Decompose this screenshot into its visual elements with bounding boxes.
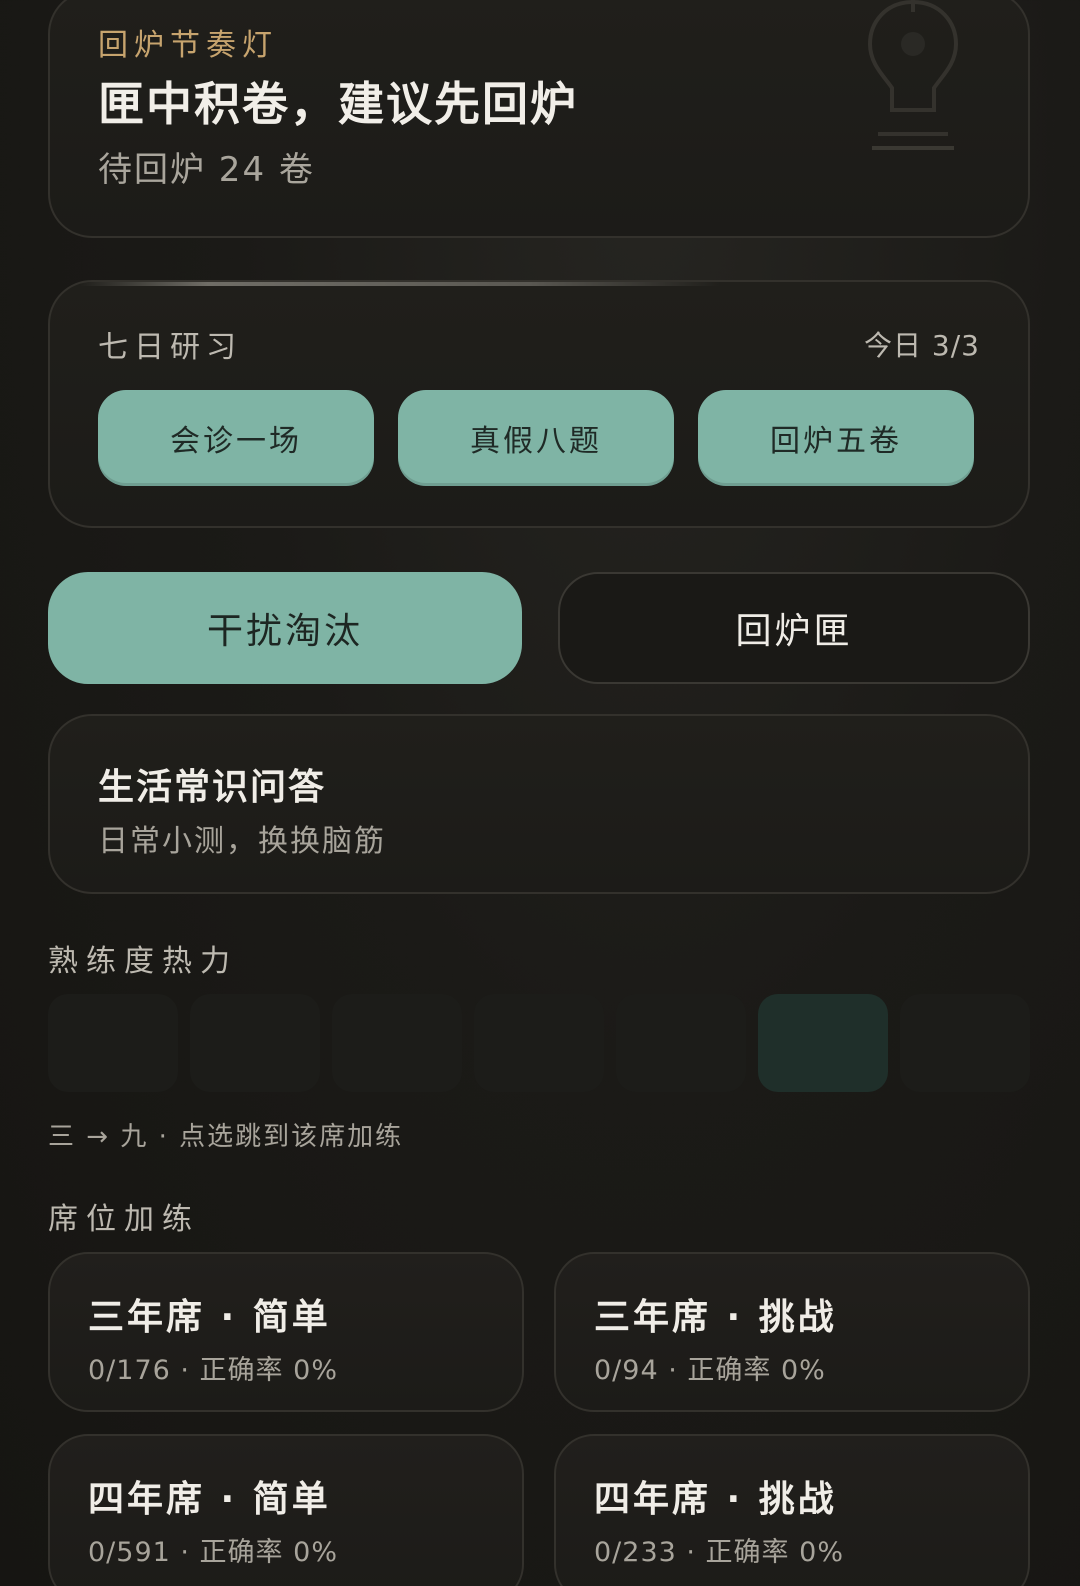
seat-title: 四年席 · 挑战 [594, 1479, 837, 1520]
seat-stats: 0/233 · 正确率 0% [594, 1537, 844, 1568]
heat-cell[interactable] [190, 994, 320, 1092]
seat-title: 三年席 · 简单 [88, 1297, 331, 1338]
seat-card[interactable]: 三年席 · 挑战 0/94 · 正确率 0% [554, 1252, 1030, 1412]
seven-day-label: 七日研习 [98, 330, 242, 365]
rhythm-card-subtitle: 待回炉 24 卷 [98, 150, 315, 190]
today-progress: 今日 3/3 [864, 329, 980, 362]
task-review-button[interactable]: 回炉五卷 [698, 390, 974, 486]
seat-stats: 0/591 · 正确率 0% [88, 1537, 338, 1568]
seat-title: 三年席 · 挑战 [594, 1297, 837, 1338]
seat-section-title: 席位加练 [48, 1202, 200, 1237]
review-box-button[interactable]: 回炉匣 [558, 572, 1030, 684]
seven-day-study-card: 七日研习 今日 3/3 会诊一场 真假八题 回炉五卷 [48, 280, 1030, 528]
seat-card[interactable]: 四年席 · 挑战 0/233 · 正确率 0% [554, 1434, 1030, 1586]
heat-cell[interactable] [474, 994, 604, 1092]
heat-cell[interactable] [616, 994, 746, 1092]
heat-section-title: 熟练度热力 [48, 944, 238, 979]
quiz-subtitle: 日常小测，换换脑筋 [98, 824, 386, 859]
rhythm-lamp-card[interactable]: 回炉节奏灯 匣中积卷，建议先回炉 待回炉 24 卷 [48, 0, 1030, 238]
seat-card[interactable]: 四年席 · 简单 0/591 · 正确率 0% [48, 1434, 524, 1586]
rhythm-card-title: 匣中积卷，建议先回炉 [98, 77, 578, 131]
seat-stats: 0/94 · 正确率 0% [594, 1355, 826, 1386]
task-true-false-button[interactable]: 真假八题 [398, 390, 674, 486]
heat-cell[interactable] [48, 994, 178, 1092]
eliminate-distractors-button[interactable]: 干扰淘汰 [48, 572, 522, 684]
heat-map [48, 994, 1030, 1092]
task-consult-button[interactable]: 会诊一场 [98, 390, 374, 486]
heat-hint: 三 → 九 · 点选跳到该席加练 [48, 1122, 404, 1152]
progress-glow [80, 282, 720, 286]
seat-title: 四年席 · 简单 [88, 1479, 331, 1520]
heat-cell[interactable] [332, 994, 462, 1092]
rhythm-card-eyebrow: 回炉节奏灯 [98, 28, 278, 63]
heat-cell[interactable] [758, 994, 888, 1092]
seat-stats: 0/176 · 正确率 0% [88, 1355, 338, 1386]
quiz-title: 生活常识问答 [98, 767, 327, 808]
seat-card[interactable]: 三年席 · 简单 0/176 · 正确率 0% [48, 1252, 524, 1412]
heat-cell[interactable] [900, 994, 1030, 1092]
life-quiz-card[interactable]: 生活常识问答 日常小测，换换脑筋 [48, 714, 1030, 894]
lightbulb-icon [867, 0, 959, 150]
